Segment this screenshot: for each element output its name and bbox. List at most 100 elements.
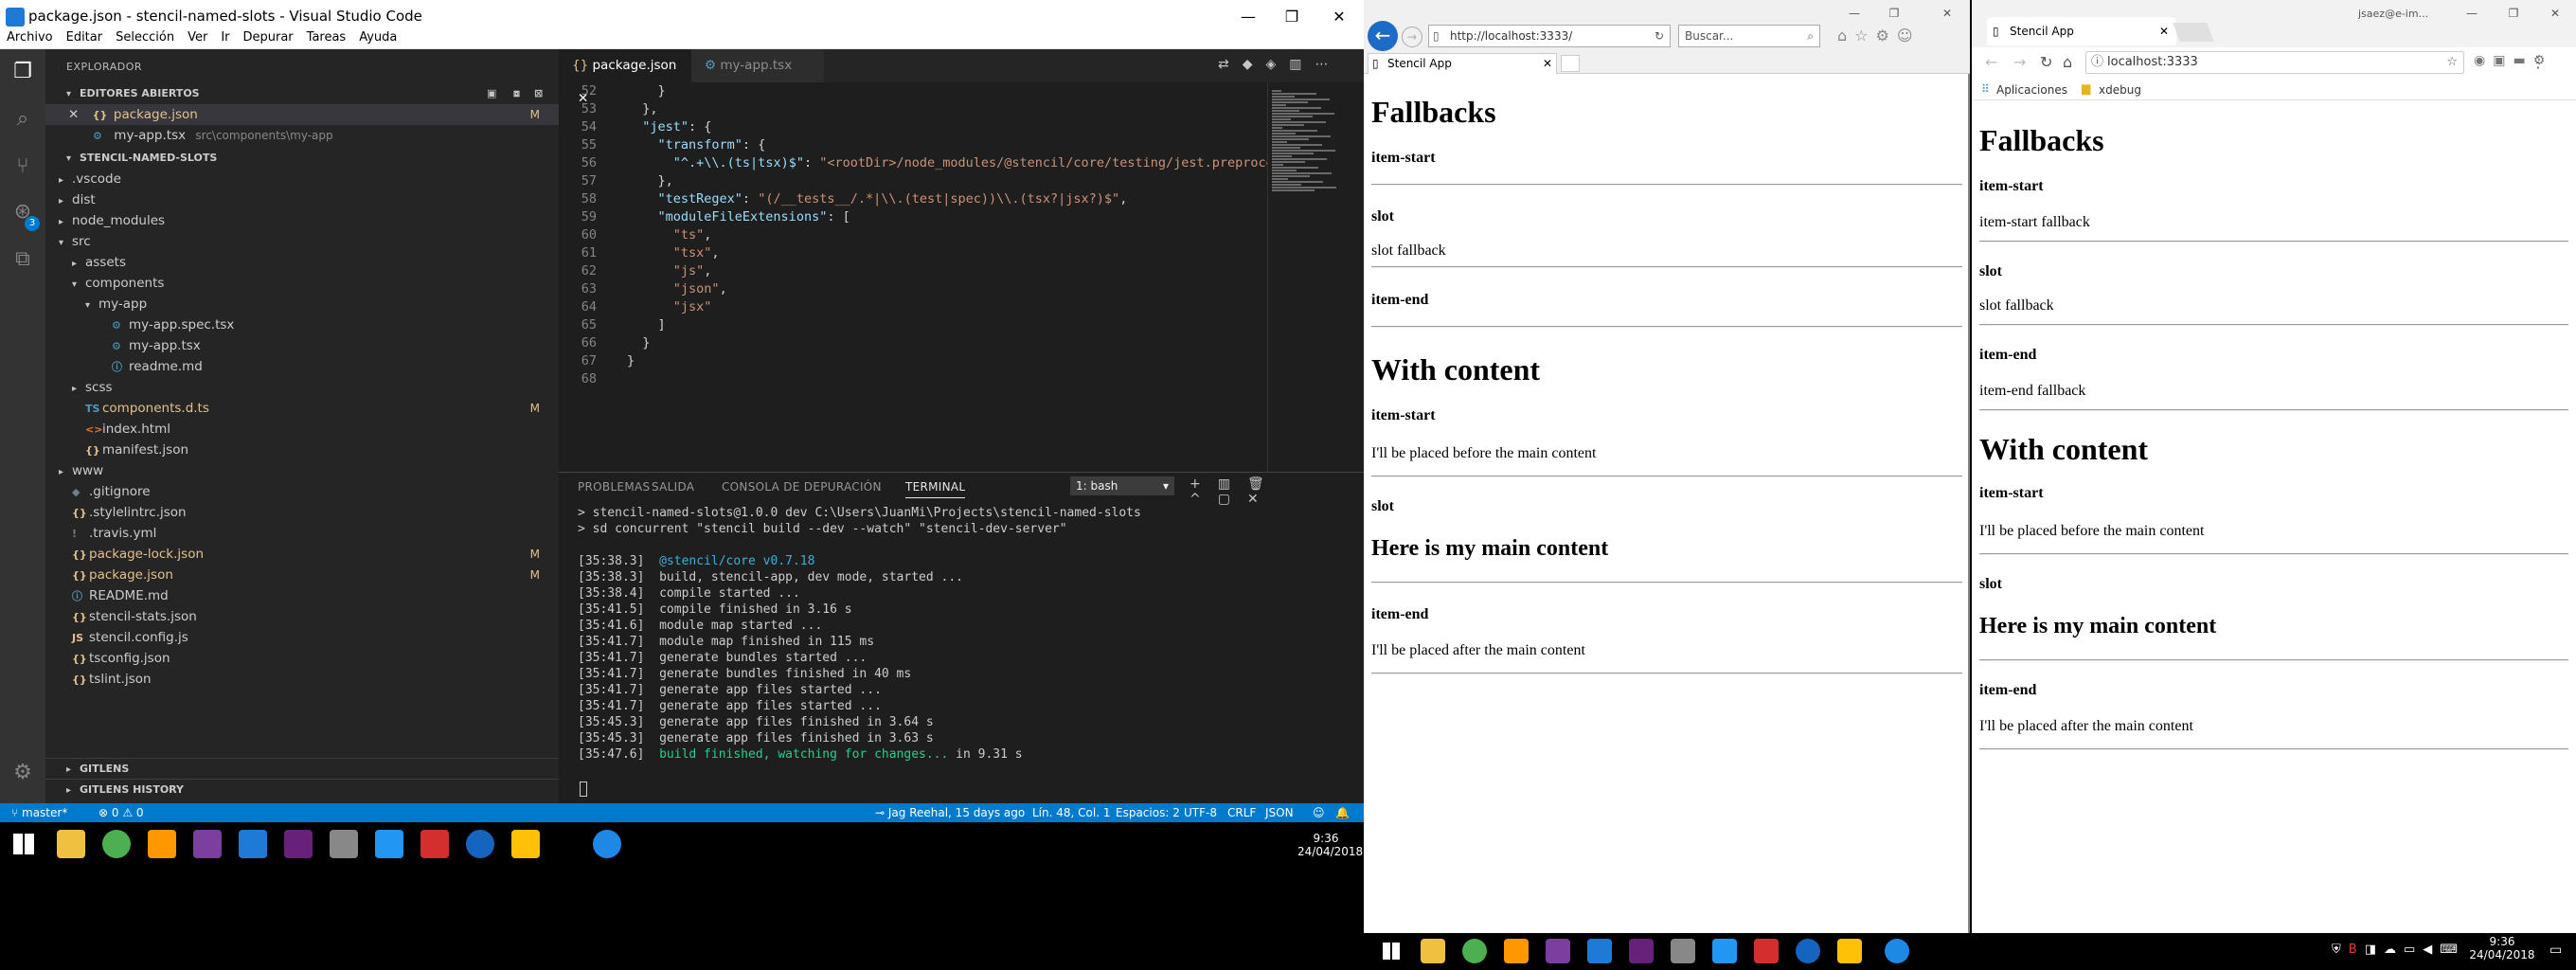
forward-icon[interactable]: →	[2013, 53, 2026, 71]
sublime-icon[interactable]	[148, 830, 176, 858]
address-bar[interactable]: ▯ http://localhost:3333/ ↻	[1428, 25, 1671, 47]
minimize-icon[interactable]: —	[2453, 0, 2491, 27]
ie-taskbar-icon[interactable]	[593, 830, 621, 858]
smiley-icon[interactable]: ☺	[1897, 27, 1921, 45]
new-tab-icon[interactable]	[2173, 23, 2214, 42]
menu-item-3[interactable]: Ver	[181, 27, 214, 48]
tree-item[interactable]: ▸ assets	[45, 252, 559, 273]
menu-item-1[interactable]: Editar	[60, 27, 110, 48]
bookmark-xdebug[interactable]: xdebug	[2099, 83, 2141, 97]
tree-item[interactable]: {} package.json M	[45, 565, 559, 585]
tree-item[interactable]: ◆ .gitignore	[45, 481, 559, 502]
visual-studio-icon[interactable]	[284, 830, 313, 858]
sublime-icon[interactable]	[1504, 939, 1529, 963]
tree-item[interactable]: ⚙ my-app.spec.tsx	[45, 314, 559, 335]
file-explorer-icon[interactable]	[57, 830, 85, 858]
windows-start-icon[interactable]	[13, 834, 34, 854]
forward-icon[interactable]: →	[1402, 27, 1422, 47]
tree-item[interactable]: JS stencil.config.js	[45, 627, 559, 648]
unity-icon[interactable]	[1671, 939, 1695, 963]
encoding[interactable]: UTF-8	[1184, 803, 1217, 822]
minimap[interactable]	[1267, 82, 1364, 472]
tab-my-app-tsx[interactable]: ⚙ my-app.tsx	[691, 49, 824, 82]
menu-item-2[interactable]: Selección	[109, 27, 181, 48]
tree-item[interactable]: ▸ .vscode	[45, 169, 559, 189]
back-icon[interactable]: ←	[1985, 53, 1997, 71]
back-icon[interactable]: ←	[1368, 21, 1398, 51]
terminal-select[interactable]: 1: bash ▾	[1070, 476, 1174, 495]
file-explorer-icon[interactable]	[1421, 939, 1445, 963]
problems-item[interactable]: ⊗ 0 ⚠ 0	[98, 803, 144, 822]
tray-icon[interactable]: ◨	[2365, 943, 2384, 957]
omnibox[interactable]: ⓘ localhost:3333 ☆	[2085, 51, 2464, 74]
indentation[interactable]: Espacios: 2	[1116, 803, 1180, 822]
branch-item[interactable]: ⑂ master*	[11, 803, 67, 822]
ie-taskbar-icon[interactable]	[1885, 939, 1909, 963]
extensions-icon[interactable]: ⧉	[9, 246, 36, 273]
gitlens-prev-icon[interactable]: ◈	[1266, 57, 1290, 72]
close-tab-icon[interactable]: ✕	[1543, 54, 1552, 73]
extension-icon[interactable]: ⚙	[2533, 53, 2553, 68]
new-tab-icon[interactable]	[1561, 55, 1580, 72]
restore-icon[interactable]: ❐	[2495, 0, 2532, 27]
language-mode[interactable]: JSON	[1265, 803, 1294, 822]
profile-name[interactable]: jsaez@e-im...	[2358, 8, 2428, 20]
extension-icon[interactable]: ▣	[2493, 53, 2513, 68]
tray-icon[interactable]: ⛨	[2332, 943, 2349, 957]
eol[interactable]: CRLF	[1227, 803, 1256, 822]
search-icon[interactable]: ⌕	[1807, 26, 1814, 46]
terminal-output[interactable]: > stencil-named-slots@1.0.0 dev C:\Users…	[578, 505, 1354, 763]
extension-icon[interactable]: ◉	[2474, 53, 2493, 68]
code-editor[interactable]: 52 } 53 }, 54 "jest": {55 "transform": {56…	[559, 82, 1305, 472]
bookmark-star-icon[interactable]: ☆	[2446, 52, 2458, 73]
ie-tab[interactable]: ▯ Stencil App ✕	[1368, 53, 1557, 74]
minimize-icon[interactable]: —	[1835, 0, 1873, 27]
tree-item[interactable]: ▾ my-app	[45, 294, 559, 314]
tree-item[interactable]: {} package-lock.json M	[45, 544, 559, 565]
save-all-icon[interactable]: ▣	[487, 83, 496, 104]
menu-item-6[interactable]: Tareas	[300, 27, 353, 48]
unity-icon[interactable]	[330, 830, 358, 858]
home-icon[interactable]: ⌂	[2063, 53, 2072, 71]
settings-gear-icon[interactable]: ⚙	[1876, 27, 1897, 45]
tree-item[interactable]: ▸ www	[45, 460, 559, 481]
gitlens-header[interactable]: ▸ GITLENS	[45, 758, 559, 779]
new-terminal-icon[interactable]: +	[1190, 476, 1218, 492]
restore-icon[interactable]: ❐	[1875, 0, 1913, 27]
open-editor-my-app-tsx[interactable]: ⚙ my-app.tsx src\components\my-app	[45, 125, 559, 146]
tree-item[interactable]: ▸ node_modules	[45, 210, 559, 231]
close-all-icon[interactable]: ⊠	[534, 83, 543, 104]
settings-gear-icon[interactable]: ⚙	[9, 760, 36, 786]
tree-item[interactable]: ⓘ README.md	[45, 585, 559, 606]
extension-icon[interactable]: ▬	[2513, 53, 2532, 68]
app-icon[interactable]	[1546, 939, 1570, 963]
panel-tab-0[interactable]: PROBLEMAS	[578, 480, 650, 494]
refresh-icon[interactable]: ↻	[1655, 26, 1664, 46]
clock[interactable]: 9:36 24/04/2018	[2464, 935, 2540, 961]
app-icon[interactable]	[1837, 939, 1862, 963]
tree-item[interactable]: ▸ dist	[45, 189, 559, 210]
vscode-taskbar-icon[interactable]	[1587, 939, 1612, 963]
tray-icon[interactable]: B	[2349, 943, 2365, 957]
close-editor-icon[interactable]: ✕	[45, 107, 79, 122]
close-icon[interactable]: ✕	[1928, 0, 1966, 27]
tree-item[interactable]: {} tsconfig.json	[45, 648, 559, 669]
tree-item[interactable]: ⓘ readme.md	[45, 356, 559, 377]
reload-icon[interactable]: ↻	[2040, 53, 2052, 71]
menu-item-0[interactable]: Archivo	[0, 27, 60, 48]
close-tab-icon[interactable]: ✕	[2159, 17, 2169, 45]
source-control-icon[interactable]: ⑂	[9, 153, 36, 180]
chrome-tab[interactable]: ▯ Stencil App ✕	[1987, 17, 2176, 45]
app-icon[interactable]	[511, 830, 540, 858]
tree-item[interactable]: ! .travis.yml	[45, 523, 559, 544]
chrome-icon[interactable]	[1462, 939, 1487, 963]
notifications-icon[interactable]: 🔔	[1335, 803, 1350, 822]
cloud-icon[interactable]: ☁	[2384, 943, 2404, 957]
maps-icon[interactable]	[1796, 939, 1820, 963]
split-editor-icon[interactable]: ▥	[1289, 57, 1315, 72]
cursor-position[interactable]: Lín. 48, Col. 1	[1032, 803, 1110, 822]
open-editor-package-json[interactable]: ✕ {} package.json M	[45, 104, 559, 125]
clock[interactable]: 9:36 24/04/2018	[1297, 832, 1363, 858]
apps-icon[interactable]: ⠿	[1981, 82, 1990, 96]
trash-icon[interactable]: 🗑	[1247, 476, 1281, 492]
